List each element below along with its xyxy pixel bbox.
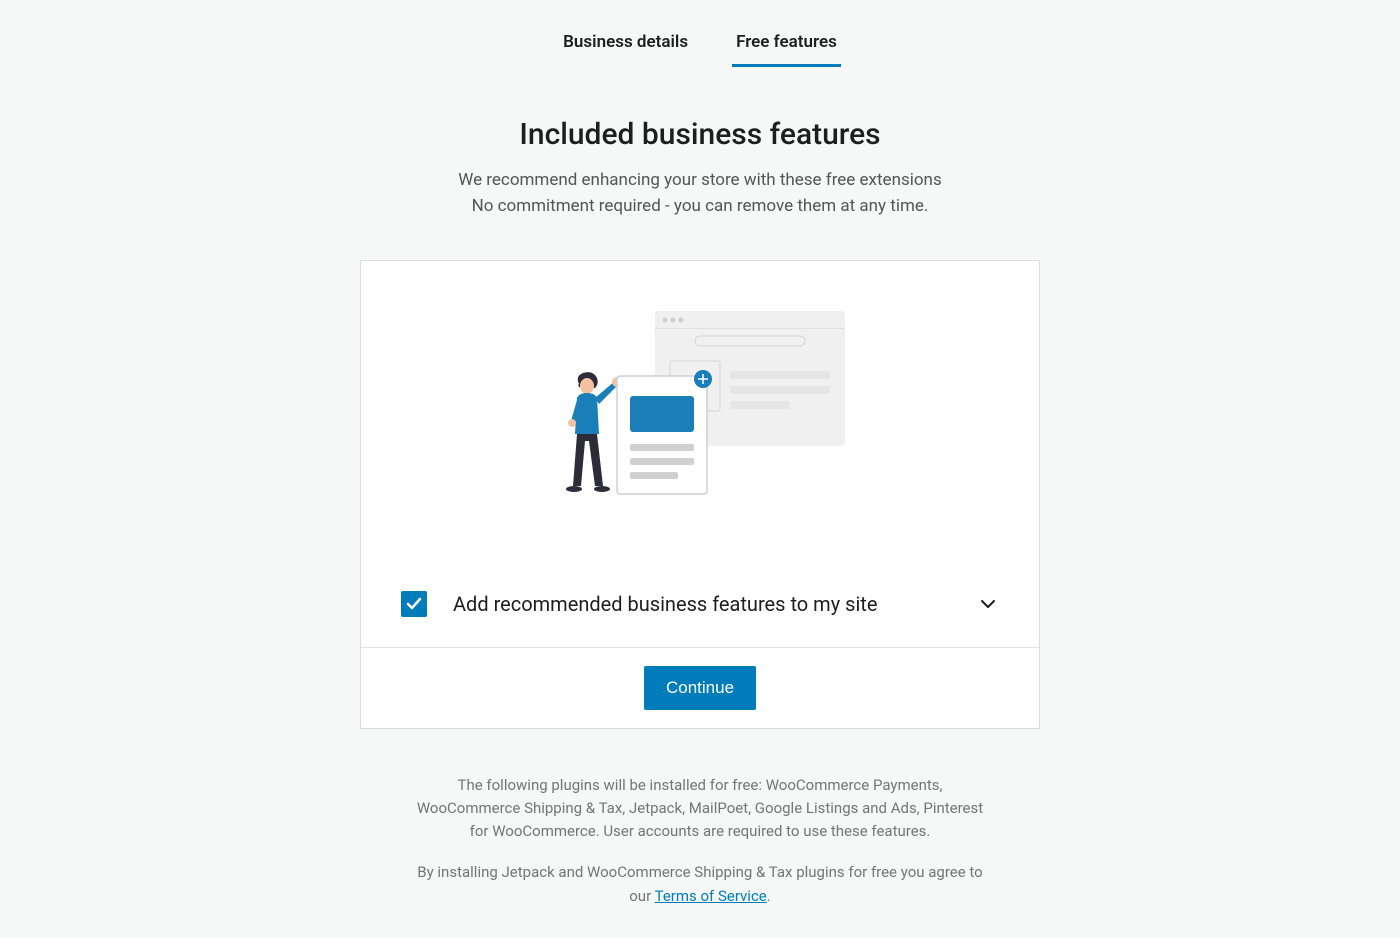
footer: The following plugins will be installed … <box>410 774 990 908</box>
plugins-disclaimer: The following plugins will be installed … <box>410 774 990 844</box>
tabs: Business details Free features <box>0 0 1400 67</box>
page-subtitle: We recommend enhancing your store with t… <box>0 167 1400 220</box>
checkbox-label: Add recommended business features to my … <box>453 592 951 616</box>
continue-button[interactable]: Continue <box>644 666 756 710</box>
terms-disclaimer: By installing Jetpack and WooCommerce Sh… <box>410 861 990 908</box>
add-features-checkbox[interactable] <box>401 591 427 617</box>
tab-business-details[interactable]: Business details <box>559 20 692 67</box>
button-row: Continue <box>361 647 1039 728</box>
tab-free-features[interactable]: Free features <box>732 20 841 67</box>
expand-toggle[interactable] <box>977 593 999 615</box>
page-header: Included business features We recommend … <box>0 117 1400 220</box>
illustration <box>361 261 1039 561</box>
checkmark-icon <box>405 595 423 613</box>
chevron-down-icon <box>977 593 999 615</box>
page-title: Included business features <box>0 117 1400 152</box>
terms-link[interactable]: Terms of Service <box>655 887 767 905</box>
checkbox-row: Add recommended business features to my … <box>361 561 1039 647</box>
features-card: Add recommended business features to my … <box>360 260 1040 729</box>
